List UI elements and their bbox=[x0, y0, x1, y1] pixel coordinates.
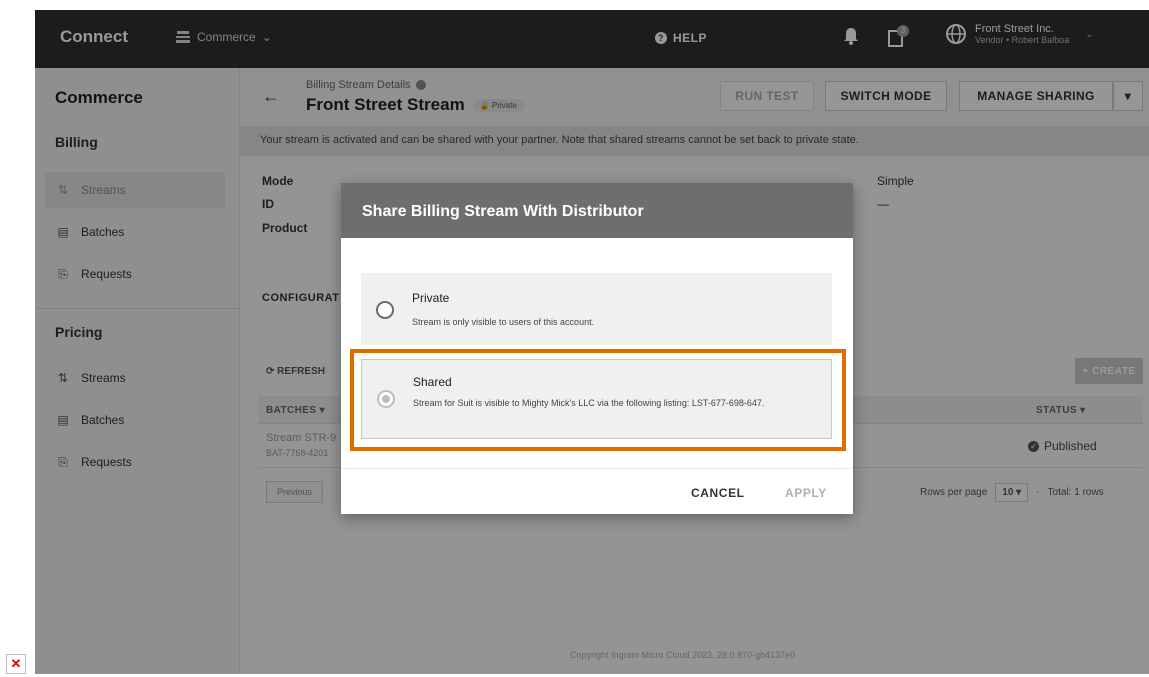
private-option-title: Private bbox=[412, 291, 450, 305]
private-option[interactable]: Private Stream is only visible to users … bbox=[361, 273, 832, 345]
dialog-title: Share Billing Stream With Distributor bbox=[341, 183, 853, 238]
private-radio[interactable] bbox=[376, 301, 394, 319]
highlight-box bbox=[350, 349, 846, 451]
apply-button[interactable]: APPLY bbox=[785, 486, 827, 500]
private-option-description: Stream is only visible to users of this … bbox=[412, 317, 595, 327]
app-window: Connect Commerce ⌄ ? HELP 3 Front Street… bbox=[35, 10, 1149, 674]
dialog-footer: CANCEL APPLY bbox=[341, 468, 853, 514]
cancel-button[interactable]: CANCEL bbox=[691, 486, 745, 500]
broken-image-icon: ✕ bbox=[6, 654, 26, 674]
